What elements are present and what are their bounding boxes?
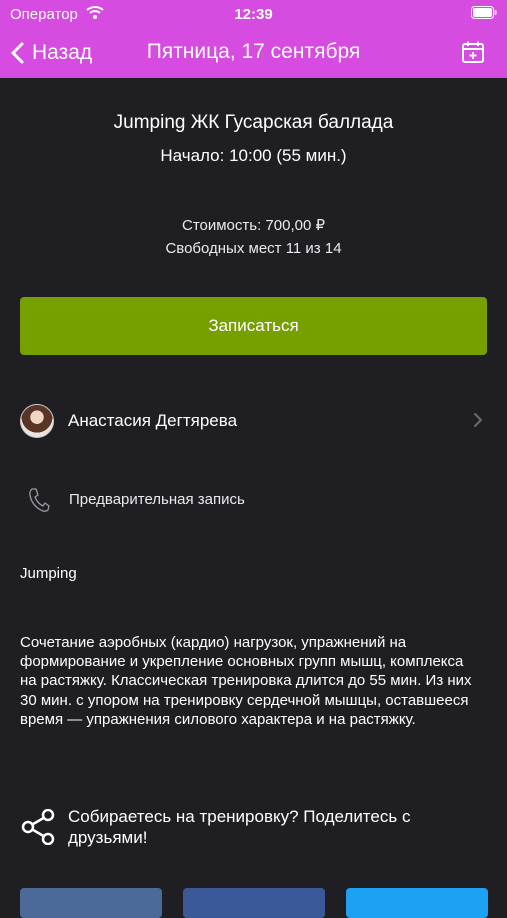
phone-icon: [29, 488, 50, 512]
class-seats: Свободных мест 11 из 14: [165, 240, 342, 257]
class-price: Стоимость: 700,00 ₽: [181, 217, 326, 234]
battery-icon: [471, 6, 497, 19]
header: Оператор 12:39 Назад Пятница, 17 сентябр…: [0, 0, 507, 78]
status-time: 12:39: [234, 6, 273, 23]
share-vk-button[interactable]: [20, 888, 162, 918]
share-row: Собираетесь на тренировку? Поделитесь с …: [20, 806, 487, 854]
page-title: Пятница, 17 сентября: [146, 40, 361, 63]
avatar: [20, 404, 54, 438]
booking-type: Предварительная запись: [69, 491, 245, 508]
class-category: Jumping: [20, 565, 77, 582]
calendar-icon[interactable]: [461, 40, 485, 64]
share-prompt: Собираетесь на тренировку? Поделитесь с …: [68, 807, 411, 847]
status-bar: Оператор 12:39: [0, 0, 507, 28]
navigation-bar: Назад Пятница, 17 сентября: [0, 28, 507, 78]
chevron-right-icon: [474, 413, 483, 427]
share-icon: [21, 809, 55, 845]
share-twitter-button[interactable]: [346, 888, 488, 918]
trainer-name: Анастасия Дегтярева: [68, 411, 238, 430]
class-title: Jumping ЖК Гусарская баллада: [113, 112, 394, 133]
class-start-time: Начало: 10:00 (55 мин.): [160, 146, 347, 165]
class-description: Сочетание аэробных (кардио) нагрузок, уп…: [20, 634, 472, 728]
share-facebook-button[interactable]: [183, 888, 325, 918]
trainer-row[interactable]: Анастасия Дегтярева: [0, 398, 507, 444]
signup-button[interactable]: Записаться: [20, 297, 487, 355]
